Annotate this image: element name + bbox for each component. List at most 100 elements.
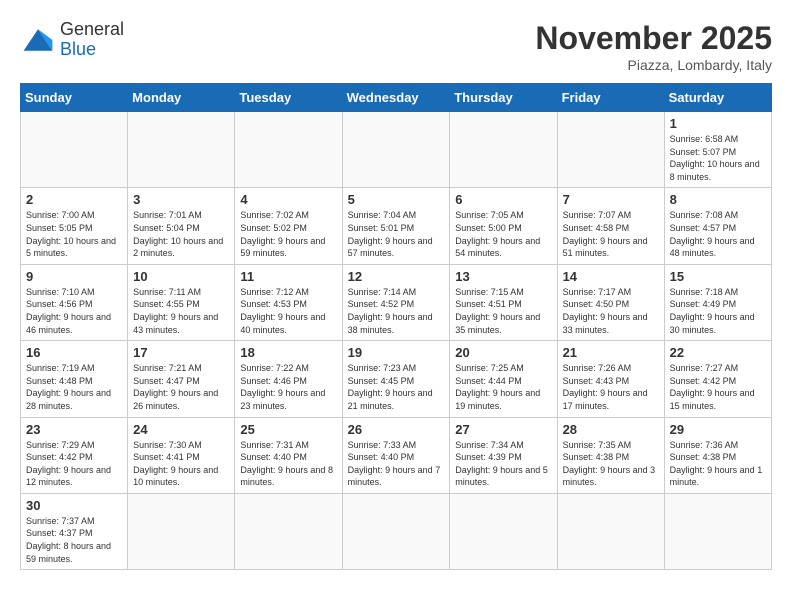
calendar-cell: 4 Sunrise: 7:02 AM Sunset: 5:02 PM Daylig… [235, 188, 342, 264]
header-wednesday: Wednesday [342, 84, 450, 112]
calendar-cell [557, 112, 664, 188]
calendar-cell: 8 Sunrise: 7:08 AM Sunset: 4:57 PM Daylig… [664, 188, 771, 264]
calendar-cell: 26Sunrise: 7:33 AM Sunset: 4:40 PM Dayli… [342, 417, 450, 493]
day-number: 30 [26, 498, 122, 513]
day-info: Sunrise: 7:37 AM Sunset: 4:37 PM Dayligh… [26, 515, 122, 565]
calendar-cell: 14Sunrise: 7:17 AM Sunset: 4:50 PM Dayli… [557, 264, 664, 340]
day-info: Sunrise: 7:25 AM Sunset: 4:44 PM Dayligh… [455, 362, 551, 412]
calendar-cell: 13 Sunrise: 7:15 AM Sunset: 4:51 PM Dayli… [450, 264, 557, 340]
location-title: Piazza, Lombardy, Italy [535, 57, 772, 73]
day-number: 2 [26, 192, 122, 207]
day-info: Sunrise: 7:33 AM Sunset: 4:40 PM Dayligh… [348, 439, 445, 489]
calendar-week-5: 30 Sunrise: 7:37 AM Sunset: 4:37 PM Dayli… [21, 493, 772, 569]
calendar-cell [557, 493, 664, 569]
day-info: Sunrise: 7:22 AM Sunset: 4:46 PM Dayligh… [240, 362, 336, 412]
day-number: 17 [133, 345, 229, 360]
page-header: General Blue November 2025 Piazza, Lomba… [20, 20, 772, 73]
day-number: 23 [26, 422, 122, 437]
calendar-cell: 11 Sunrise: 7:12 AM Sunset: 4:53 PM Dayli… [235, 264, 342, 340]
day-info: Sunrise: 7:02 AM Sunset: 5:02 PM Dayligh… [240, 209, 336, 259]
logo-text: General Blue [60, 20, 124, 60]
day-info: Sunrise: 7:18 AM Sunset: 4:49 PM Dayligh… [670, 286, 766, 336]
day-info: Sunrise: 7:05 AM Sunset: 5:00 PM Dayligh… [455, 209, 551, 259]
day-info: Sunrise: 7:10 AM Sunset: 4:56 PM Dayligh… [26, 286, 122, 336]
day-number: 9 [26, 269, 122, 284]
day-number: 24 [133, 422, 229, 437]
day-number: 6 [455, 192, 551, 207]
day-number: 3 [133, 192, 229, 207]
logo-line1: General [60, 20, 124, 40]
day-number: 12 [348, 269, 445, 284]
day-number: 27 [455, 422, 551, 437]
day-number: 10 [133, 269, 229, 284]
month-title: November 2025 [535, 20, 772, 57]
day-info: Sunrise: 7:21 AM Sunset: 4:47 PM Dayligh… [133, 362, 229, 412]
calendar-cell: 27 Sunrise: 7:34 AM Sunset: 4:39 PM Dayli… [450, 417, 557, 493]
day-info: Sunrise: 7:01 AM Sunset: 5:04 PM Dayligh… [133, 209, 229, 259]
calendar-cell: 18 Sunrise: 7:22 AM Sunset: 4:46 PM Dayli… [235, 341, 342, 417]
day-number: 28 [563, 422, 659, 437]
day-info: Sunrise: 7:26 AM Sunset: 4:43 PM Dayligh… [563, 362, 659, 412]
day-number: 18 [240, 345, 336, 360]
day-number: 7 [563, 192, 659, 207]
calendar-week-3: 16 Sunrise: 7:19 AM Sunset: 4:48 PM Dayli… [21, 341, 772, 417]
calendar-cell: 22Sunrise: 7:27 AM Sunset: 4:42 PM Dayli… [664, 341, 771, 417]
day-number: 15 [670, 269, 766, 284]
calendar-cell: 21 Sunrise: 7:26 AM Sunset: 4:43 PM Dayli… [557, 341, 664, 417]
day-info: Sunrise: 7:12 AM Sunset: 4:53 PM Dayligh… [240, 286, 336, 336]
day-info: Sunrise: 7:04 AM Sunset: 5:01 PM Dayligh… [348, 209, 445, 259]
calendar-cell: 9 Sunrise: 7:10 AM Sunset: 4:56 PM Daylig… [21, 264, 128, 340]
calendar-cell: 10Sunrise: 7:11 AM Sunset: 4:55 PM Dayli… [128, 264, 235, 340]
day-info: Sunrise: 7:31 AM Sunset: 4:40 PM Dayligh… [240, 439, 336, 489]
day-info: Sunrise: 7:27 AM Sunset: 4:42 PM Dayligh… [670, 362, 766, 412]
day-number: 4 [240, 192, 336, 207]
calendar-cell [235, 493, 342, 569]
calendar-cell: 20 Sunrise: 7:25 AM Sunset: 4:44 PM Dayli… [450, 341, 557, 417]
calendar-cell: 19Sunrise: 7:23 AM Sunset: 4:45 PM Dayli… [342, 341, 450, 417]
calendar-cell: 29Sunrise: 7:36 AM Sunset: 4:38 PM Dayli… [664, 417, 771, 493]
day-number: 20 [455, 345, 551, 360]
calendar-cell: 7Sunrise: 7:07 AM Sunset: 4:58 PM Daylig… [557, 188, 664, 264]
calendar-cell [450, 112, 557, 188]
calendar-week-4: 23 Sunrise: 7:29 AM Sunset: 4:42 PM Dayli… [21, 417, 772, 493]
day-info: Sunrise: 7:34 AM Sunset: 4:39 PM Dayligh… [455, 439, 551, 489]
calendar-cell: 3 Sunrise: 7:01 AM Sunset: 5:04 PM Daylig… [128, 188, 235, 264]
header-thursday: Thursday [450, 84, 557, 112]
logo-icon [20, 22, 56, 58]
calendar-cell [21, 112, 128, 188]
calendar-cell: 2 Sunrise: 7:00 AM Sunset: 5:05 PM Daylig… [21, 188, 128, 264]
calendar-header-row: Sunday Monday Tuesday Wednesday Thursday… [21, 84, 772, 112]
title-block: November 2025 Piazza, Lombardy, Italy [535, 20, 772, 73]
day-number: 13 [455, 269, 551, 284]
header-saturday: Saturday [664, 84, 771, 112]
calendar-cell [450, 493, 557, 569]
calendar-cell [664, 493, 771, 569]
day-info: Sunrise: 7:29 AM Sunset: 4:42 PM Dayligh… [26, 439, 122, 489]
day-info: Sunrise: 7:00 AM Sunset: 5:05 PM Dayligh… [26, 209, 122, 259]
day-number: 21 [563, 345, 659, 360]
day-info: Sunrise: 7:19 AM Sunset: 4:48 PM Dayligh… [26, 362, 122, 412]
header-monday: Monday [128, 84, 235, 112]
day-number: 29 [670, 422, 766, 437]
day-info: Sunrise: 7:08 AM Sunset: 4:57 PM Dayligh… [670, 209, 766, 259]
day-number: 8 [670, 192, 766, 207]
day-info: Sunrise: 6:58 AM Sunset: 5:07 PM Dayligh… [670, 133, 766, 183]
logo-line2: Blue [60, 40, 124, 60]
calendar-cell [235, 112, 342, 188]
day-number: 11 [240, 269, 336, 284]
day-info: Sunrise: 7:35 AM Sunset: 4:38 PM Dayligh… [563, 439, 659, 489]
day-info: Sunrise: 7:14 AM Sunset: 4:52 PM Dayligh… [348, 286, 445, 336]
calendar-cell: 24 Sunrise: 7:30 AM Sunset: 4:41 PM Dayli… [128, 417, 235, 493]
calendar-cell: 5 Sunrise: 7:04 AM Sunset: 5:01 PM Daylig… [342, 188, 450, 264]
day-number: 1 [670, 116, 766, 131]
day-number: 16 [26, 345, 122, 360]
day-info: Sunrise: 7:15 AM Sunset: 4:51 PM Dayligh… [455, 286, 551, 336]
calendar-week-2: 9 Sunrise: 7:10 AM Sunset: 4:56 PM Daylig… [21, 264, 772, 340]
calendar-cell: 6 Sunrise: 7:05 AM Sunset: 5:00 PM Daylig… [450, 188, 557, 264]
calendar-week-1: 2 Sunrise: 7:00 AM Sunset: 5:05 PM Daylig… [21, 188, 772, 264]
logo: General Blue [20, 20, 124, 60]
day-info: Sunrise: 7:30 AM Sunset: 4:41 PM Dayligh… [133, 439, 229, 489]
calendar-cell [128, 112, 235, 188]
day-number: 5 [348, 192, 445, 207]
day-number: 14 [563, 269, 659, 284]
